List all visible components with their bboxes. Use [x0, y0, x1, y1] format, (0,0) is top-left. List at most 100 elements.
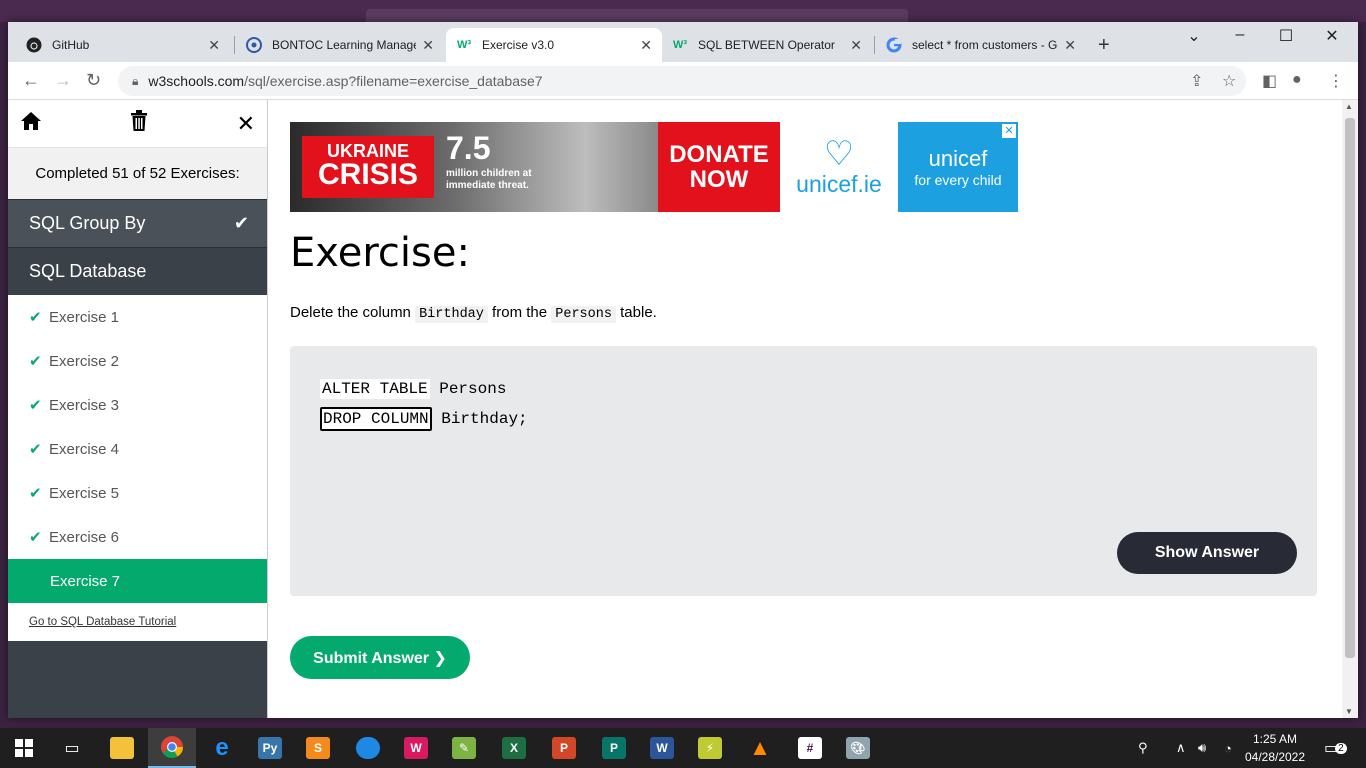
desc-text: from the: [487, 304, 552, 321]
w3schools-icon: W³: [672, 39, 688, 51]
minimize-icon[interactable]: –: [1217, 26, 1263, 44]
vlc-icon[interactable]: ▲: [736, 728, 784, 768]
ad-unicef-logo: unicef for every child ✕: [898, 122, 1018, 212]
profile-avatar-icon[interactable]: ●: [1292, 71, 1302, 89]
ad-banner[interactable]: UKRAINE CRISIS 7.5 million children at i…: [290, 122, 1018, 212]
ad-subtext: million children at immediate threat.: [446, 168, 532, 191]
file-explorer-icon[interactable]: [98, 728, 146, 768]
exercise-item-3[interactable]: ✔ Exercise 3: [8, 383, 267, 427]
ad-close-icon[interactable]: ✕: [1002, 124, 1016, 138]
tab-title: Exercise v3.0: [482, 38, 555, 52]
show-answer-button[interactable]: Show Answer: [1117, 532, 1297, 574]
close-tab-icon[interactable]: ✕: [640, 37, 652, 54]
exercise-sidebar: ✕ Completed 51 of 52 Exercises: SQL Grou…: [8, 100, 268, 718]
bookmark-star-icon[interactable]: ☆: [1222, 71, 1236, 91]
scroll-up-icon[interactable]: ▲: [1345, 102, 1353, 111]
exercise-item-4[interactable]: ✔ Exercise 4: [8, 427, 267, 471]
exercise-item-6[interactable]: ✔ Exercise 6: [8, 515, 267, 559]
close-tab-icon[interactable]: ✕: [208, 37, 220, 54]
exercise-item-1[interactable]: ✔ Exercise 1: [8, 295, 267, 339]
people-icon[interactable]: ⚲: [1138, 728, 1148, 768]
back-icon[interactable]: ←: [22, 70, 40, 91]
tab-exercise[interactable]: W³ Exercise v3.0 ✕: [446, 28, 662, 62]
close-tab-icon[interactable]: ✕: [850, 37, 862, 54]
tab-strip: GitHub ✕ BONTOC Learning Managem ✕ W³ Ex…: [8, 22, 1358, 62]
close-window-icon[interactable]: ✕: [1309, 26, 1355, 46]
system-clock[interactable]: 1:25 AM 04/28/2022: [1240, 730, 1310, 766]
network-tool-icon[interactable]: ⚡: [686, 728, 734, 768]
tab-sql-between[interactable]: W³ SQL BETWEEN Operator ✕: [662, 28, 872, 62]
maximize-icon[interactable]: ☐: [1263, 26, 1309, 46]
home-icon[interactable]: [20, 111, 42, 137]
reload-icon[interactable]: ↻: [86, 70, 101, 91]
trash-icon[interactable]: [130, 110, 148, 137]
check-icon: ✔: [29, 529, 42, 546]
close-tab-icon[interactable]: ✕: [422, 37, 434, 54]
exercise-item-2[interactable]: ✔ Exercise 2: [8, 339, 267, 383]
tab-title: select * from customers - Go: [912, 38, 1059, 52]
windows-start-icon[interactable]: [0, 728, 48, 768]
tab-bontoc[interactable]: BONTOC Learning Managem ✕: [236, 28, 444, 62]
share-icon[interactable]: ⇪: [1190, 71, 1203, 91]
wifi-icon[interactable]: ◔: [1224, 728, 1232, 768]
code-line-2: DROP COLUMN Birthday;: [320, 407, 528, 431]
forward-icon[interactable]: →: [54, 70, 72, 91]
ad-donate-line2: NOW: [689, 166, 749, 193]
answer-input[interactable]: DROP COLUMN: [320, 407, 432, 431]
exercise-item-7[interactable]: Exercise 7: [8, 559, 267, 603]
progress-text: Completed 51 of 52 Exercises:: [8, 147, 267, 199]
show-hidden-icons-icon[interactable]: ∧: [1176, 728, 1186, 768]
slack-icon[interactable]: #: [786, 728, 834, 768]
cloud-app-icon[interactable]: [344, 728, 392, 768]
close-sidebar-icon[interactable]: ✕: [237, 111, 255, 137]
close-tab-icon[interactable]: ✕: [1064, 37, 1076, 54]
submit-answer-button[interactable]: Submit Answer ❯: [290, 636, 470, 679]
desktop-background-bottom: [0, 718, 1366, 728]
ad-unicef-text: unicef: [928, 146, 988, 171]
desc-code-table: Persons: [551, 306, 616, 323]
ad-photo: UKRAINE CRISIS 7.5 million children at i…: [290, 122, 658, 212]
publisher-icon[interactable]: P: [590, 728, 638, 768]
notification-count: 2: [1335, 742, 1347, 754]
word-icon[interactable]: W: [638, 728, 686, 768]
tab-search-icon[interactable]: ⌄: [1171, 26, 1217, 46]
volume-icon[interactable]: 🔊︎: [1198, 728, 1206, 768]
desc-text: Delete the column: [290, 304, 416, 321]
code-exercise-box: ALTER TABLE Persons DROP COLUMN Birthday…: [290, 346, 1317, 596]
new-tab-icon[interactable]: +: [1098, 34, 1110, 57]
ad-donate-button[interactable]: DONATE NOW: [658, 122, 780, 212]
paint-icon[interactable]: 🎨︎: [834, 728, 882, 768]
category-group-by[interactable]: SQL Group By ✔: [8, 199, 267, 247]
check-icon: ✔: [29, 397, 42, 414]
menu-kebab-icon[interactable]: ⋮: [1328, 71, 1344, 91]
windows-taskbar: ▭ e Py S W ✎ X P P W ⚡ ▲ # 🎨︎ ⚲ ∧ 🔊︎ ◔ 1…: [0, 728, 1366, 768]
python-icon[interactable]: Py: [246, 728, 294, 768]
check-icon: ✔: [29, 353, 42, 370]
notification-center-icon[interactable]: ▭ 2: [1324, 728, 1347, 768]
address-bar[interactable]: 🔒︎ w3schools.com/sql/exercise.asp?filena…: [118, 66, 1246, 96]
scroll-thumb[interactable]: [1345, 118, 1355, 658]
powerpoint-icon[interactable]: P: [540, 728, 588, 768]
address-domain: w3schools.com: [148, 73, 245, 89]
scroll-down-icon[interactable]: ▼: [1345, 707, 1353, 716]
category-database[interactable]: SQL Database: [8, 247, 267, 295]
notepad-icon[interactable]: ✎: [440, 728, 488, 768]
sublime-text-icon[interactable]: S: [294, 728, 342, 768]
check-icon: ✔: [29, 441, 42, 458]
check-icon: ✔: [29, 309, 42, 326]
tutorial-link[interactable]: Go to SQL Database Tutorial: [8, 603, 267, 641]
scrollbar[interactable]: ▲ ▼: [1342, 100, 1358, 718]
chrome-icon[interactable]: [148, 728, 196, 768]
tab-google[interactable]: select * from customers - Go ✕: [876, 28, 1086, 62]
ad-crisis-badge: UKRAINE CRISIS: [302, 136, 434, 198]
edge-icon[interactable]: e: [198, 728, 246, 768]
exercise-item-5[interactable]: ✔ Exercise 5: [8, 471, 267, 515]
exercise-label: Exercise 5: [49, 484, 120, 502]
tab-github[interactable]: GitHub ✕: [16, 28, 230, 62]
excel-icon[interactable]: X: [490, 728, 538, 768]
task-view-icon[interactable]: ▭: [48, 728, 96, 768]
webstorm-icon[interactable]: W: [392, 728, 440, 768]
heart-cursor-icon: ♡: [823, 134, 855, 173]
browser-toolbar: ← → ↻ 🔒︎ w3schools.com/sql/exercise.asp?…: [8, 62, 1358, 100]
side-panel-icon[interactable]: ◧: [1262, 71, 1277, 91]
